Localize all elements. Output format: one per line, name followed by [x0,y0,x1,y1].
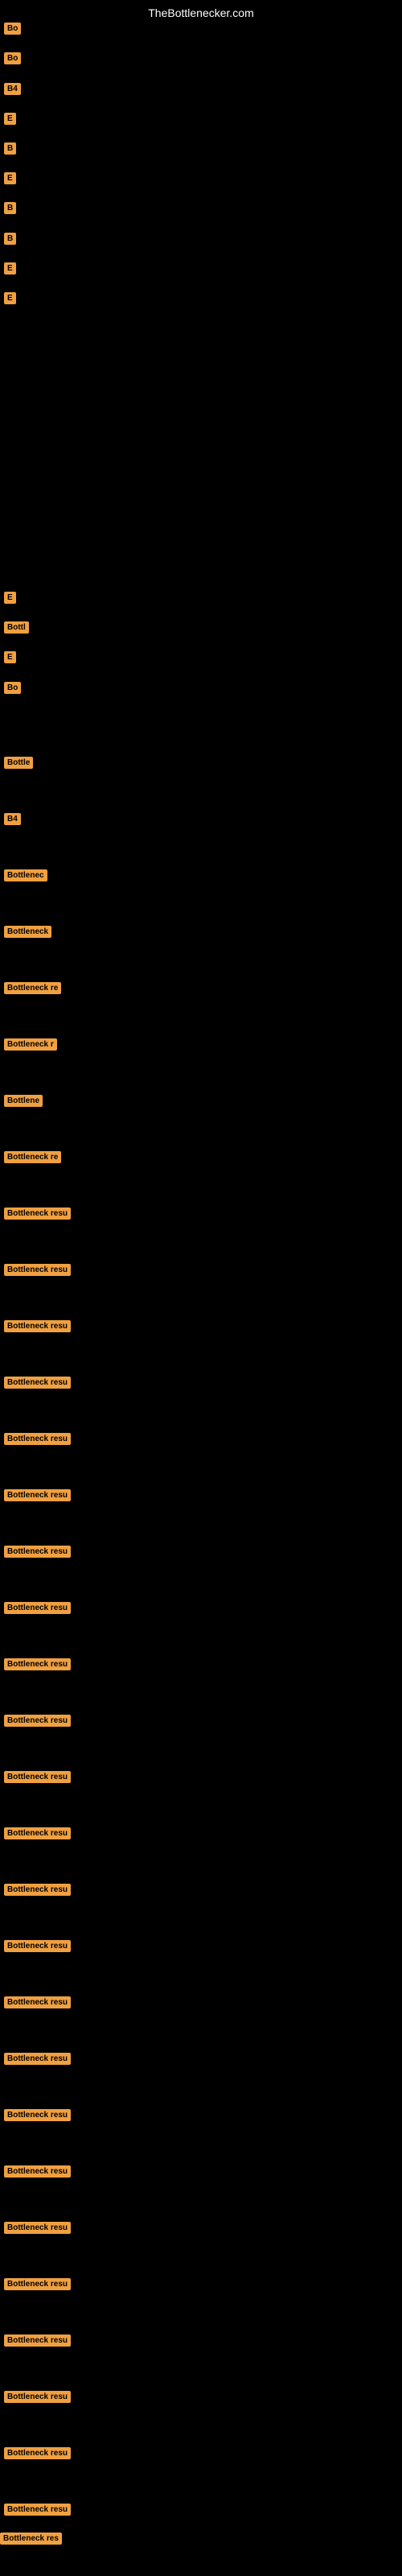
label-badge-b10: E [4,292,16,304]
label-badge-b39: Bottleneck resu [4,2109,71,2121]
label-badge-b46: Bottleneck resu [4,2504,71,2516]
label-badge-b38: Bottleneck resu [4,2053,71,2065]
label-badge-b33: Bottleneck resu [4,1771,71,1783]
label-badge-b26: Bottleneck resu [4,1377,71,1389]
label-badge-b5: B [4,142,16,155]
label-badge-b7: B [4,202,16,214]
label-badge-b41: Bottleneck resu [4,2222,71,2234]
label-badge-b25: Bottleneck resu [4,1320,71,1332]
label-badge-b35: Bottleneck resu [4,1884,71,1896]
label-badge-b20: Bottleneck r [4,1038,57,1051]
label-badge-b44: Bottleneck resu [4,2391,71,2403]
label-badge-b29: Bottleneck resu [4,1546,71,1558]
label-badge-b6: E [4,172,16,184]
label-badge-b14: Bo [4,682,21,694]
site-title: TheBottlenecker.com [148,6,254,19]
label-badge-b24: Bottleneck resu [4,1264,71,1276]
label-badge-b11: E [4,592,16,604]
label-badge-b8: B [4,233,16,245]
label-badge-b1: Bo [4,23,21,35]
label-badge-b13: E [4,651,16,663]
label-badge-b3: B4 [4,83,21,95]
label-badge-b30: Bottleneck resu [4,1602,71,1614]
label-badge-b4: E [4,113,16,125]
label-badge-b37: Bottleneck resu [4,1996,71,2008]
label-badge-b28: Bottleneck resu [4,1489,71,1501]
label-badge-b45: Bottleneck resu [4,2447,71,2459]
label-badge-b32: Bottleneck resu [4,1715,71,1727]
label-badge-b43: Bottleneck resu [4,2334,71,2347]
label-badge-b36: Bottleneck resu [4,1940,71,1952]
label-badge-b9: E [4,262,16,275]
label-badge-b15: Bottle [4,757,33,769]
label-badge-b17: Bottlenec [4,869,47,881]
label-badge-b22: Bottleneck re [4,1151,61,1163]
label-badge-b47: Bottleneck res [0,2533,62,2545]
label-badge-b21: Bottlene [4,1095,43,1107]
label-badge-b12: Bottl [4,621,29,634]
label-badge-b31: Bottleneck resu [4,1658,71,1670]
label-badge-b27: Bottleneck resu [4,1433,71,1445]
label-badge-b23: Bottleneck resu [4,1208,71,1220]
label-badge-b19: Bottleneck re [4,982,61,994]
label-badge-b40: Bottleneck resu [4,2165,71,2178]
label-badge-b2: Bo [4,52,21,64]
label-badge-b16: B4 [4,813,21,825]
label-badge-b42: Bottleneck resu [4,2278,71,2290]
label-badge-b18: Bottleneck [4,926,51,938]
label-badge-b34: Bottleneck resu [4,1827,71,1839]
